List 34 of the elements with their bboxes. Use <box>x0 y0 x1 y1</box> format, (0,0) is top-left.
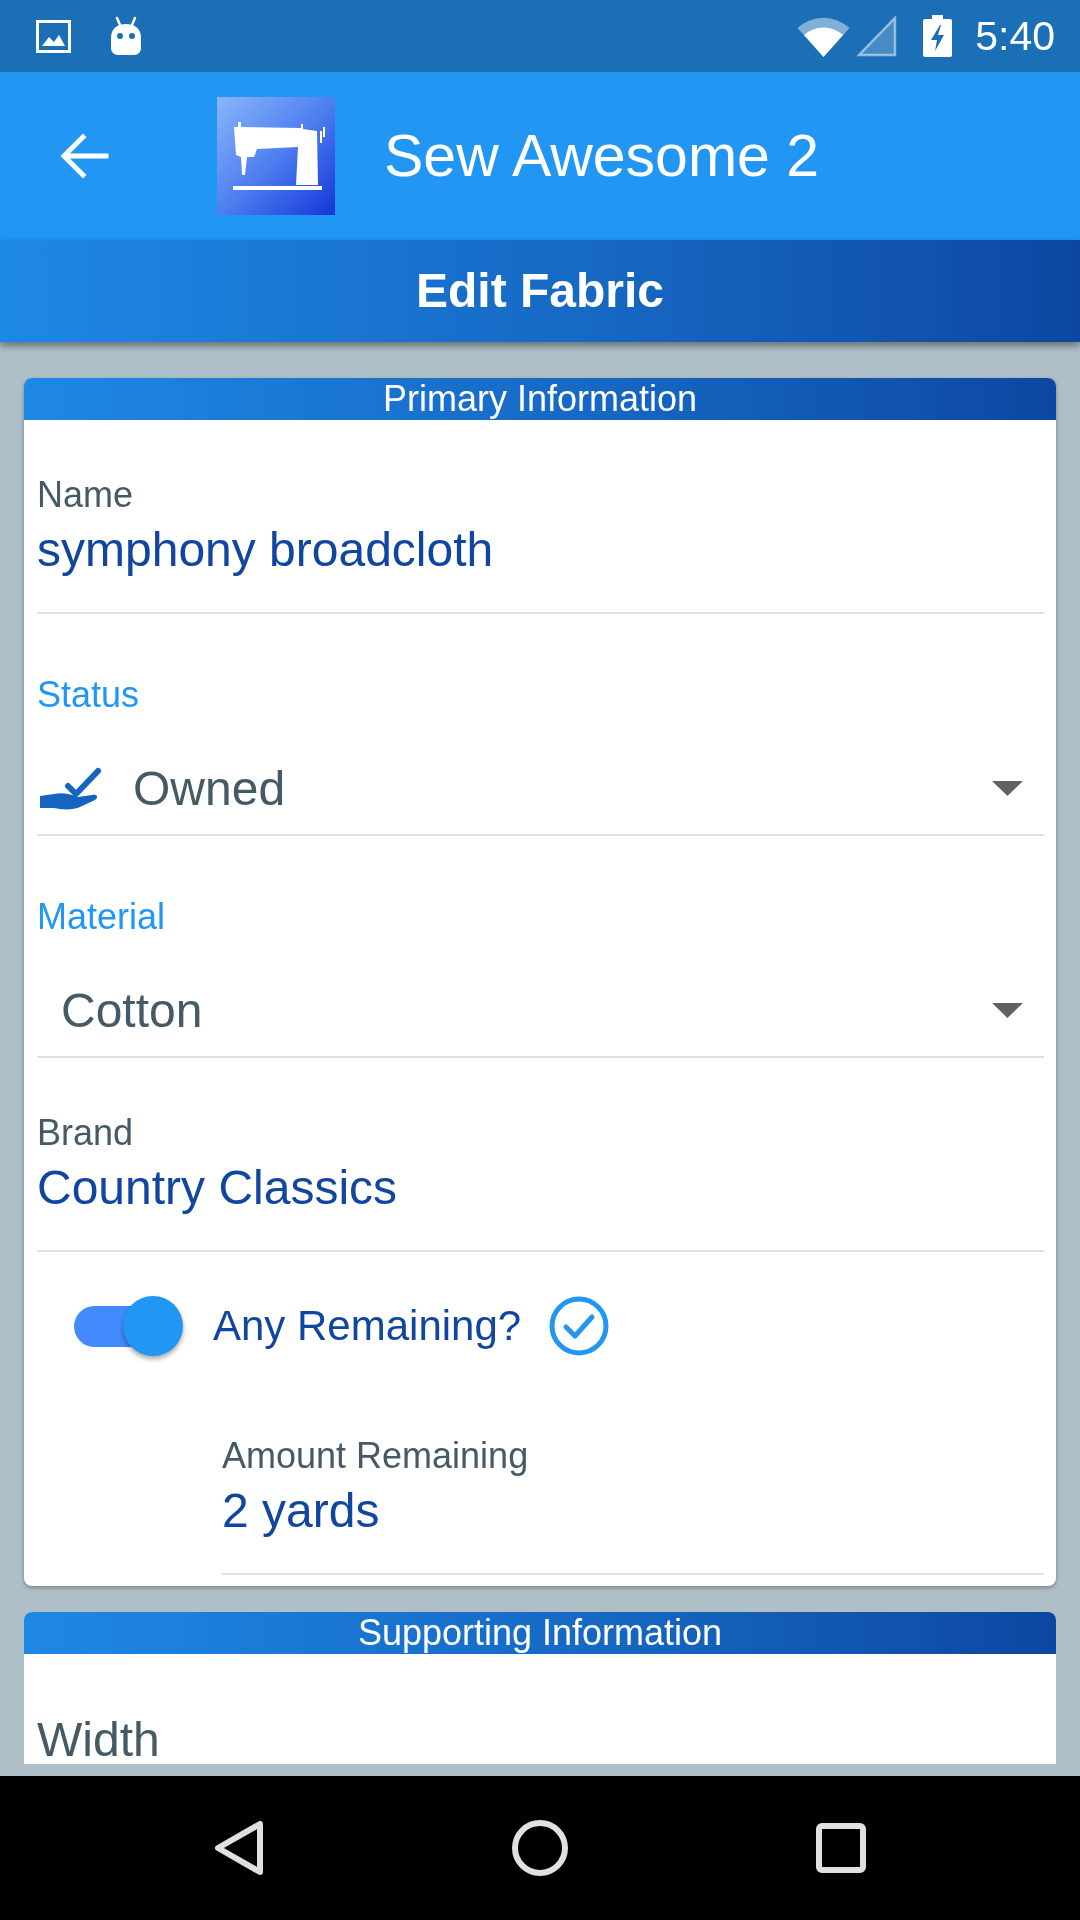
field-label: Status <box>37 674 140 716</box>
check-circle-icon <box>549 1296 610 1356</box>
back-icon[interactable] <box>214 1820 264 1876</box>
hand-check-icon <box>40 766 102 810</box>
page-title: Edit Fabric <box>415 263 664 319</box>
image-icon <box>36 19 71 53</box>
home-icon[interactable] <box>512 1820 568 1876</box>
caret-icon <box>992 780 1023 796</box>
clock-time: 5:40 <box>975 12 1055 60</box>
input-field[interactable]: symphony broadcloth <box>37 522 1044 614</box>
caret-icon <box>992 1002 1023 1018</box>
field-label: Amount Remaining <box>222 1435 529 1477</box>
input-field[interactable]: Country Classics <box>37 1160 1044 1252</box>
sewing-machine-icon <box>217 97 335 215</box>
app-title: Sew Awesome 2 <box>384 122 820 191</box>
signal-icon <box>857 15 898 57</box>
field-label: Brand <box>37 1112 134 1154</box>
wifi-icon <box>797 15 851 57</box>
back-arrow-icon[interactable] <box>59 131 109 181</box>
toggle-switch[interactable] <box>74 1296 183 1356</box>
input-field[interactable]: 2 yards <box>222 1483 1044 1575</box>
section-header: Primary Information <box>24 378 1056 420</box>
dropdown-field[interactable]: Cotton <box>37 980 1044 1058</box>
dropdown-value: Cotton <box>61 982 203 1038</box>
android-icon <box>109 16 143 56</box>
input-field[interactable]: Width <box>37 1716 1044 1764</box>
section-header: Supporting Information <box>24 1612 1056 1654</box>
dropdown-field[interactable]: Owned <box>37 758 1044 836</box>
battery-charging-icon <box>923 15 953 57</box>
dropdown-value: Owned <box>133 760 286 816</box>
field-label: Material <box>37 896 166 938</box>
recent-apps-icon[interactable] <box>816 1823 866 1873</box>
field-label: Name <box>37 474 134 516</box>
toggle-label: Any Remaining? <box>213 1301 522 1351</box>
